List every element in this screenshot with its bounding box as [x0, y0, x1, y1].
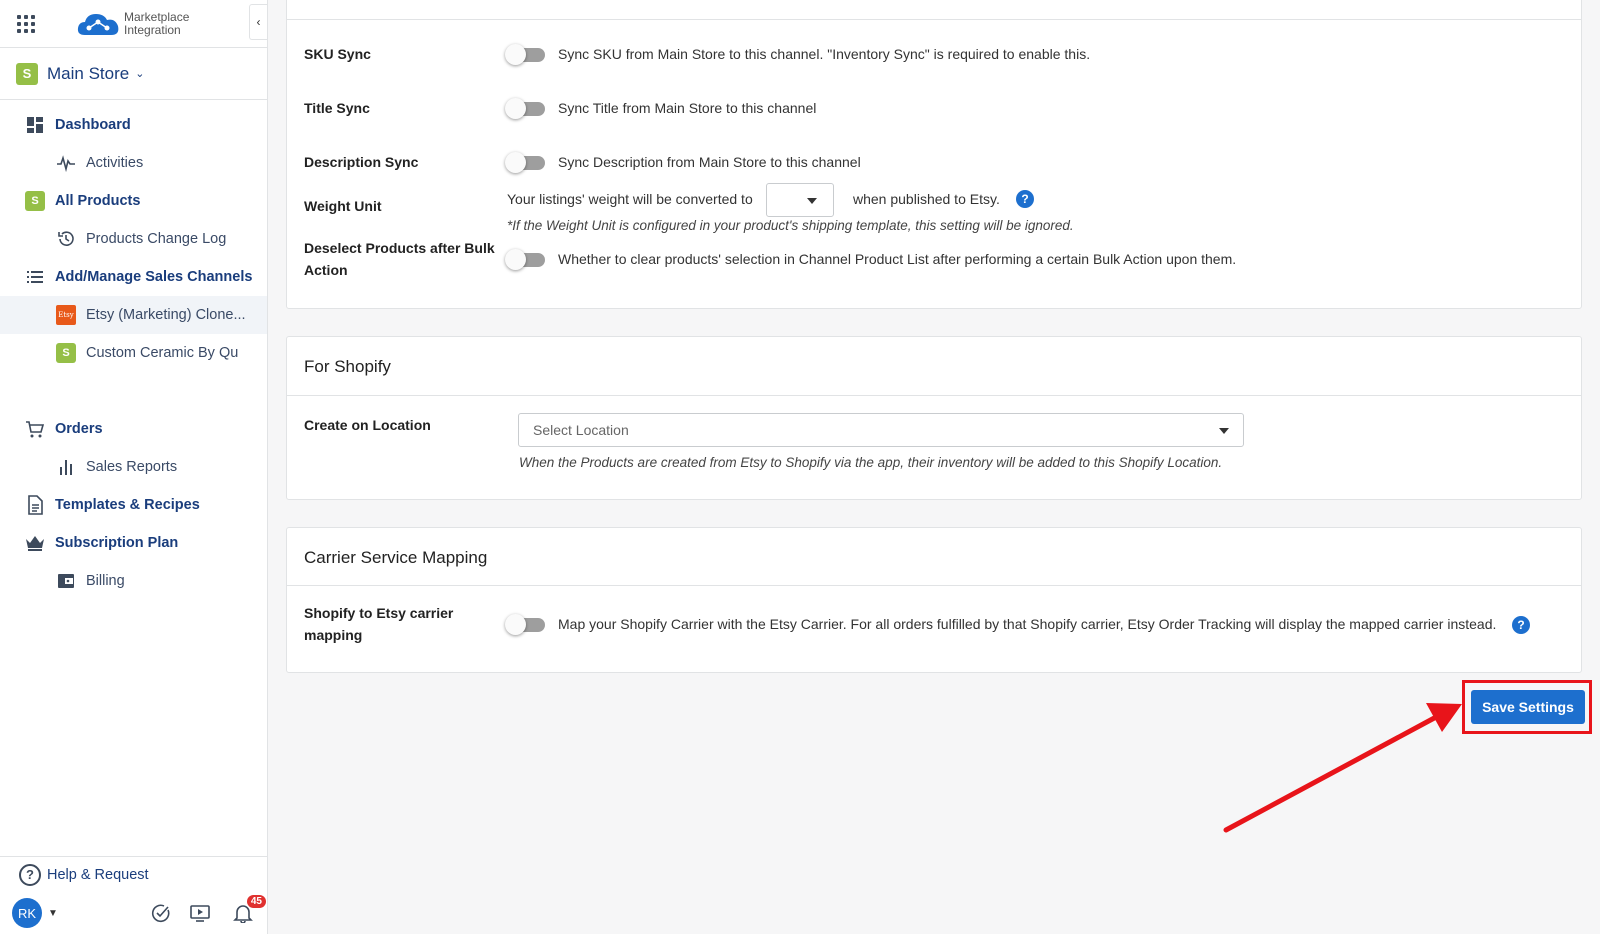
document-icon	[25, 495, 45, 515]
cart-icon	[25, 419, 45, 439]
sidebar-item-orders[interactable]: Orders	[0, 410, 267, 448]
bell-icon[interactable]: 45	[232, 895, 266, 924]
deselect-products-toggle[interactable]	[505, 249, 545, 270]
question-circle-icon: ?	[19, 863, 41, 886]
description-sync-description: Sync Description from Main Store to this…	[558, 154, 861, 170]
sidebar-item-label: Subscription Plan	[55, 535, 179, 551]
carrier-card-title: Carrier Service Mapping	[304, 548, 488, 567]
user-bar: RK ▼ 45	[0, 892, 267, 934]
weight-unit-select[interactable]	[766, 183, 834, 217]
sku-sync-label: SKU Sync	[304, 46, 371, 62]
caret-down-icon[interactable]: ▼	[48, 908, 58, 919]
sidebar-item-label: Etsy (Marketing) Clone...	[86, 307, 246, 323]
help-request-link[interactable]: ? Help & Request	[0, 856, 267, 892]
sku-sync-toggle[interactable]	[505, 44, 545, 65]
sidebar-item-label: Products Change Log	[86, 231, 227, 247]
shopify-card-title: For Shopify	[304, 357, 391, 376]
deselect-products-label: Deselect Products after Bulk Action	[304, 240, 495, 278]
history-icon	[56, 229, 76, 249]
weight-unit-note: *If the Weight Unit is configured in you…	[507, 218, 1074, 233]
sidebar-item-label: Activities	[86, 155, 144, 171]
location-select-placeholder: Select Location	[533, 422, 629, 438]
app-name-line1: Marketplace	[124, 9, 190, 24]
title-sync-description: Sync Title from Main Store to this chann…	[558, 100, 817, 116]
caret-down-icon	[1219, 428, 1229, 434]
title-sync-label: Title Sync	[304, 100, 370, 116]
sidebar-item-subscription[interactable]: Subscription Plan	[0, 524, 267, 562]
sidebar-item-label: Orders	[55, 421, 103, 437]
caret-down-icon	[807, 198, 817, 204]
help-question-icon[interactable]: ?	[1016, 190, 1034, 208]
activity-pulse-icon	[56, 153, 76, 173]
create-on-location-label: Create on Location	[304, 417, 431, 433]
sidebar-item-etsy-clone[interactable]: Etsy Etsy (Marketing) Clone...	[0, 296, 267, 334]
cloud-logo-icon	[77, 13, 119, 35]
sidebar-item-label: Dashboard	[55, 117, 131, 133]
store-switcher[interactable]: S Main Store ⌄	[0, 48, 267, 100]
shopify-bag-icon: S	[25, 191, 45, 211]
app-logo[interactable]: Marketplace Integration	[75, 9, 189, 39]
sidebar-item-label: Custom Ceramic By Qu	[86, 345, 239, 361]
title-sync-toggle[interactable]	[505, 98, 545, 119]
weight-unit-label: Weight Unit	[304, 198, 382, 214]
sidebar-item-label: Templates & Recipes	[55, 497, 200, 513]
sidebar-item-templates[interactable]: Templates & Recipes	[0, 486, 267, 524]
description-sync-label: Description Sync	[304, 154, 419, 170]
app-name-line2: Integration	[124, 22, 181, 37]
weight-unit-desc-after: when published to Etsy.	[853, 191, 1000, 207]
save-settings-button[interactable]: Save Settings	[1471, 690, 1585, 724]
chevron-down-icon: ⌄	[135, 68, 145, 80]
video-tutorial-icon[interactable]	[189, 902, 211, 924]
notification-badge: 45	[246, 895, 266, 908]
sidebar: Marketplace Integration ‹ S Main Store ⌄…	[0, 0, 268, 934]
sku-sync-description: Sync SKU from Main Store to this channel…	[558, 46, 1091, 62]
list-icon	[25, 267, 45, 287]
sidebar-item-label: Add/Manage Sales Channels	[55, 269, 253, 285]
location-select[interactable]: Select Location	[518, 413, 1244, 447]
sidebar-item-label: Sales Reports	[86, 459, 178, 475]
sidebar-item-billing[interactable]: Billing	[0, 562, 267, 600]
shopify-bag-icon: S	[16, 62, 38, 85]
sidebar-item-activities[interactable]: Activities	[0, 144, 267, 182]
collapse-sidebar-button[interactable]: ‹	[249, 4, 267, 40]
wallet-icon	[56, 571, 76, 591]
sync-settings-card: SKU Sync Sync SKU from Main Store to thi…	[286, 0, 1582, 309]
sidebar-item-dashboard[interactable]: Dashboard	[0, 106, 267, 144]
main-content: SKU Sync Sync SKU from Main Store to thi…	[268, 0, 1600, 934]
sidebar-item-label: All Products	[55, 193, 141, 209]
location-note: When the Products are created from Etsy …	[519, 455, 1223, 470]
apps-grid-icon[interactable]	[17, 14, 35, 33]
deselect-products-description: Whether to clear products' selection in …	[558, 251, 1237, 267]
check-circle-icon[interactable]	[150, 902, 172, 924]
etsy-logo-icon: Etsy	[56, 305, 76, 325]
carrier-mapping-description: Map your Shopify Carrier with the Etsy C…	[558, 616, 1497, 632]
weight-unit-desc-before: Your listings' weight will be converted …	[507, 191, 753, 207]
help-label: Help & Request	[47, 866, 149, 883]
crown-icon	[25, 533, 45, 553]
help-question-icon[interactable]: ?	[1512, 616, 1530, 634]
dashboard-icon	[25, 115, 45, 135]
sidebar-item-sales-reports[interactable]: Sales Reports	[0, 448, 267, 486]
description-sync-toggle[interactable]	[505, 152, 545, 173]
sidebar-header: Marketplace Integration ‹	[0, 0, 267, 48]
sidebar-nav: Dashboard Activities S All Products Prod…	[0, 100, 267, 600]
sidebar-item-custom-ceramic[interactable]: S Custom Ceramic By Qu	[0, 334, 267, 372]
sidebar-item-all-products[interactable]: S All Products	[0, 182, 267, 220]
chevron-left-icon: ‹	[256, 15, 261, 29]
carrier-mapping-label: Shopify to Etsy carrier mapping	[304, 605, 454, 643]
carrier-mapping-card: Carrier Service Mapping Shopify to Etsy …	[286, 527, 1582, 673]
shopify-bag-icon: S	[56, 343, 76, 363]
bar-chart-icon	[56, 457, 76, 477]
sidebar-item-sales-channels[interactable]: Add/Manage Sales Channels	[0, 258, 267, 296]
store-name: Main Store	[47, 63, 130, 83]
shopify-settings-card: For Shopify Create on Location Select Lo…	[286, 336, 1582, 500]
sidebar-item-products-change-log[interactable]: Products Change Log	[0, 220, 267, 258]
carrier-mapping-toggle[interactable]	[505, 614, 545, 635]
sidebar-item-label: Billing	[86, 573, 125, 589]
avatar[interactable]: RK	[12, 898, 42, 928]
